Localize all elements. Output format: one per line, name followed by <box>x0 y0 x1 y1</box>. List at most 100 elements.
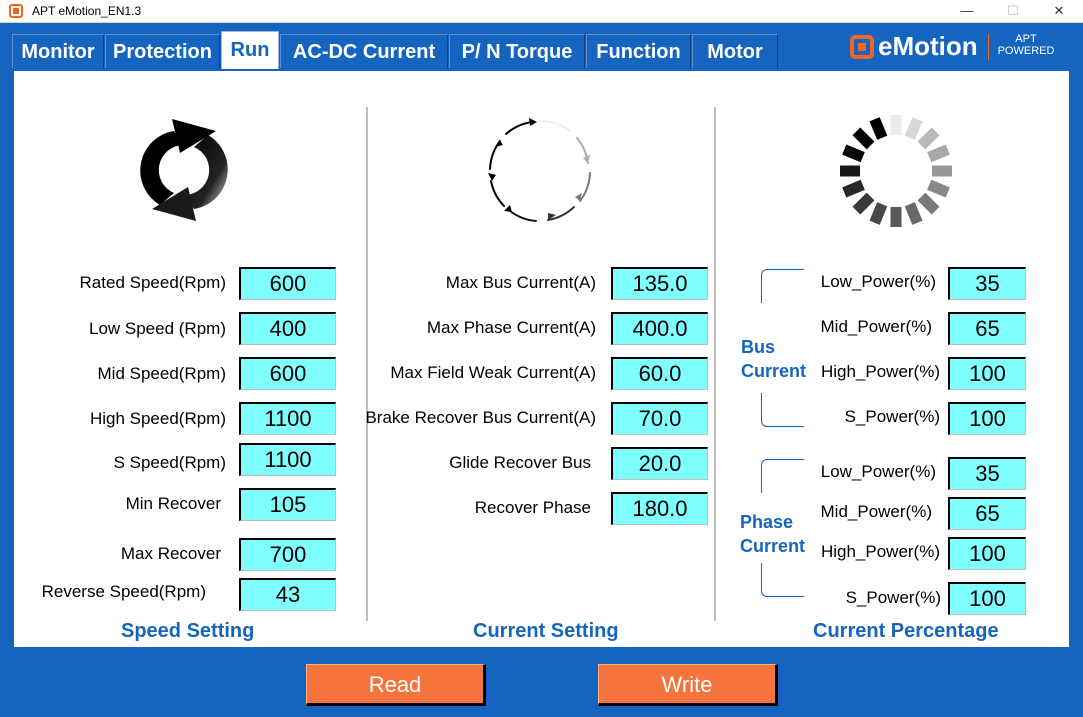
brand-powered-text: POWERED <box>997 45 1055 57</box>
max-bus-current-input[interactable]: 135.0 <box>611 267 708 300</box>
max-recover-input[interactable]: 700 <box>239 538 336 571</box>
rated-speed-label: Rated Speed(Rpm) <box>79 273 226 292</box>
spinner-segment <box>927 144 950 163</box>
close-button[interactable]: ✕ <box>1036 1 1082 21</box>
tab-ac-dc-current[interactable]: AC-DC Current <box>280 34 448 68</box>
spinner-segment <box>932 165 952 177</box>
spinner-segment <box>840 165 860 177</box>
low-speed-label: Low Speed (Rpm) <box>88 319 226 338</box>
spinner-segment <box>890 207 902 227</box>
rated-speed-input[interactable]: 600 <box>239 267 336 300</box>
read-button[interactable]: Read <box>306 664 486 706</box>
tab-protection[interactable]: Protection <box>105 34 220 68</box>
write-button[interactable]: Write <box>598 664 778 706</box>
spinner-segment <box>904 117 923 140</box>
spinner-segment <box>917 127 940 150</box>
bus-high-power-input[interactable]: 100 <box>948 357 1026 390</box>
spinner-segment <box>917 192 940 215</box>
min-recover-label: Min Recover <box>125 494 221 513</box>
app-logo-icon <box>9 4 23 18</box>
spinner-segment <box>869 117 888 140</box>
window-title: APT eMotion_EN1.3 <box>32 4 142 18</box>
phase-low-power-input[interactable]: 35 <box>948 457 1026 490</box>
spinner-segment <box>890 115 902 135</box>
recover-phase-label: Recover Phase <box>474 498 591 517</box>
max-phase-current-input[interactable]: 400.0 <box>611 312 708 345</box>
tab-bar: Monitor Protection Run AC-DC Current P/ … <box>0 23 1083 71</box>
spinner-segment <box>852 127 875 150</box>
bus-current-label-text: Current <box>741 361 807 381</box>
s-speed-label: S Speed(Rpm) <box>113 453 226 472</box>
bus-s-power-input[interactable]: 100 <box>948 402 1026 435</box>
brand-name: eMotion <box>878 31 978 61</box>
phase-current-group-label: Phase Current <box>740 510 805 558</box>
glide-recover-bus-input[interactable]: 20.0 <box>611 447 708 480</box>
brand-apt-text: APT <box>1015 33 1037 45</box>
max-phase-current-label: Max Phase Current(A) <box>426 318 596 337</box>
column-divider <box>714 107 716 621</box>
max-field-weak-current-label: Max Field Weak Current(A) <box>390 363 596 382</box>
phase-low-power-label: Low_Power(%) <box>820 462 936 481</box>
bus-bracket-bottom <box>761 393 804 427</box>
phase-bracket-top <box>761 459 804 493</box>
bus-high-power-label: High_Power(%) <box>820 362 940 381</box>
bus-mid-power-label: Mid_Power(%) <box>820 317 932 336</box>
phase-current-label-text: Current <box>740 536 806 556</box>
high-speed-input[interactable]: 1100 <box>239 402 336 435</box>
spinner-segment <box>869 202 888 225</box>
tab-motor[interactable]: Motor <box>692 34 778 68</box>
spinner-segment <box>842 144 865 163</box>
tab-monitor[interactable]: Monitor <box>12 34 104 68</box>
recover-phase-input[interactable]: 180.0 <box>611 492 708 525</box>
mid-speed-label: Mid Speed(Rpm) <box>97 364 227 383</box>
phase-s-power-label: S_Power(%) <box>845 588 941 607</box>
circular-arrows-icon <box>488 118 591 222</box>
spinner-segment <box>904 202 923 225</box>
spinner-segment <box>842 179 865 198</box>
phase-high-power-label: High_Power(%) <box>820 542 940 561</box>
bus-current-group-label: Bus Current <box>741 335 806 383</box>
tab-run[interactable]: Run <box>221 31 279 69</box>
phase-mid-power-input[interactable]: 65 <box>948 497 1026 530</box>
max-bus-current-label: Max Bus Current(A) <box>445 273 596 292</box>
max-field-weak-current-input[interactable]: 60.0 <box>611 357 708 390</box>
bus-mid-power-input[interactable]: 65 <box>948 312 1026 345</box>
speed-setting-title: Speed Setting <box>121 620 255 642</box>
current-setting-title: Current Setting <box>473 620 619 642</box>
phase-bracket-bottom <box>761 563 804 597</box>
glide-recover-bus-label: Glide Recover Bus <box>449 453 591 472</box>
reverse-speed-input[interactable]: 43 <box>239 578 336 611</box>
spinner-segment <box>927 179 950 198</box>
bus-s-power-label: S_Power(%) <box>844 407 940 426</box>
max-recover-label: Max Recover <box>120 544 221 563</box>
phase-s-power-input[interactable]: 100 <box>948 582 1026 615</box>
maximize-button[interactable]: ☐ <box>990 1 1036 21</box>
current-percentage-title: Current Percentage <box>813 620 999 642</box>
bus-label-text: Bus <box>741 337 776 357</box>
logo-divider <box>988 34 989 60</box>
refresh-arrows-icon <box>140 119 228 221</box>
phase-high-power-input[interactable]: 100 <box>948 537 1026 570</box>
bus-low-power-input[interactable]: 35 <box>948 267 1026 300</box>
emotion-mark-icon <box>850 35 874 59</box>
low-speed-input[interactable]: 400 <box>239 312 336 345</box>
s-speed-input[interactable]: 1100 <box>239 443 336 476</box>
tab-function[interactable]: Function <box>586 34 691 68</box>
phase-label-text: Phase <box>740 512 794 532</box>
minimize-button[interactable]: — <box>944 1 990 21</box>
spinner-segment <box>852 192 875 215</box>
brake-recover-bus-current-label: Brake Recover Bus Current(A) <box>365 408 596 427</box>
title-bar: APT eMotion_EN1.3 — ☐ ✕ <box>0 0 1083 23</box>
tab-pn-torque[interactable]: P/ N Torque <box>449 34 585 68</box>
bus-low-power-label: Low_Power(%) <box>820 272 936 291</box>
reverse-speed-label: Reverse Speed(Rpm) <box>41 582 206 601</box>
run-panel: Rated Speed(Rpm) 600 Low Speed (Rpm) 400… <box>14 71 1069 647</box>
min-recover-input[interactable]: 105 <box>239 488 336 521</box>
mid-speed-input[interactable]: 600 <box>239 357 336 390</box>
brand-apt: APT POWERED <box>996 33 1056 57</box>
brake-recover-bus-current-input[interactable]: 70.0 <box>611 402 708 435</box>
phase-mid-power-label: Mid_Power(%) <box>820 502 932 521</box>
loading-spinner-icon <box>840 115 952 227</box>
high-speed-label: High Speed(Rpm) <box>89 409 226 428</box>
bus-bracket-top <box>761 269 804 303</box>
